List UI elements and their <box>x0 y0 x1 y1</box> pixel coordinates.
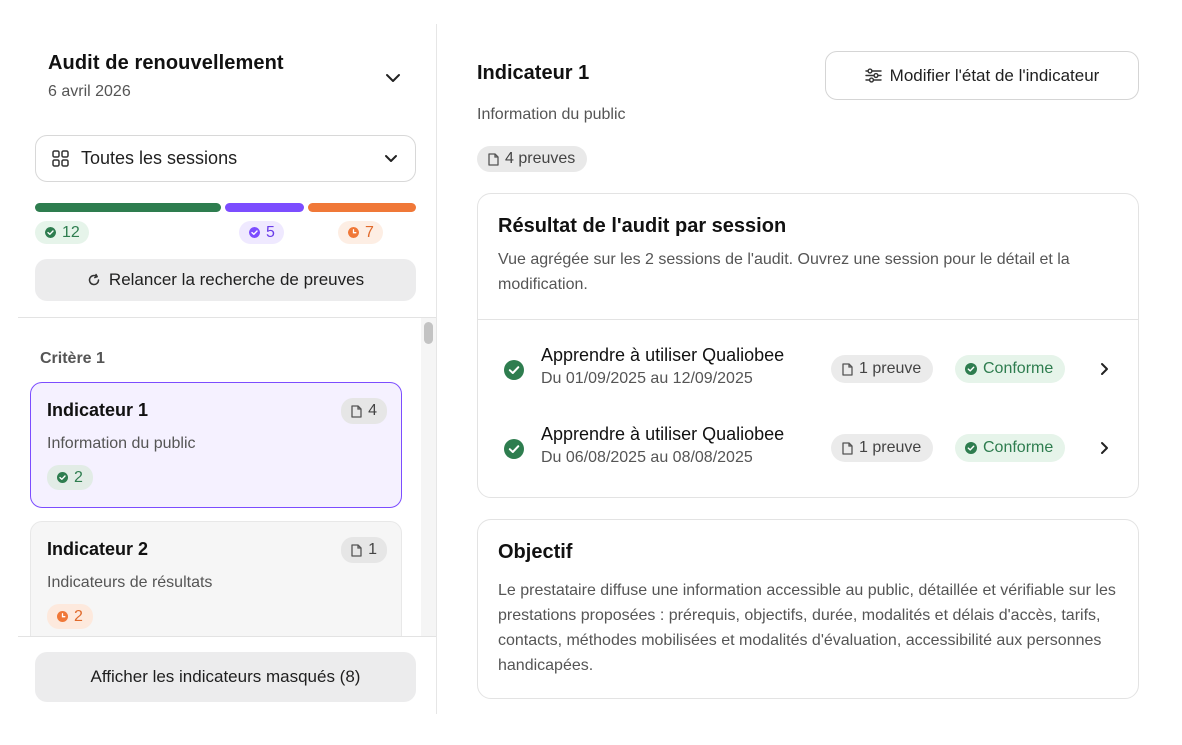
session-name: Apprendre à utiliser Qualiobee <box>541 345 785 365</box>
session-name: Apprendre à utiliser Qualiobee <box>541 424 785 444</box>
indicator-description: Information du public <box>47 435 196 452</box>
relaunch-search-button[interactable]: Relancer la recherche de preuves <box>35 259 416 301</box>
audit-result-description: Vue agrégée sur les 2 sessions de l'audi… <box>498 251 1070 293</box>
check-circle-icon <box>504 439 524 459</box>
count-conforme: 12 <box>62 223 80 241</box>
sidebar: Audit de renouvellement 6 avril 2026 Tou… <box>0 24 437 714</box>
progress-segment-a-traiter <box>308 203 416 212</box>
indicator-name: Indicateur 1 <box>47 400 149 420</box>
session-proofs: 1 preuve <box>859 439 922 456</box>
chevron-down-icon <box>385 154 397 162</box>
audit-chevron-down-icon[interactable] <box>384 71 402 85</box>
audit-header: Audit de renouvellement 6 avril 2026 <box>48 52 408 101</box>
count-badge-a-traiter: 7 <box>338 221 383 244</box>
indicator-name: Indicateur 2 <box>47 539 149 559</box>
session-status-badge: Conforme <box>955 355 1066 383</box>
modify-indicator-state-label: Modifier l'état de l'indicateur <box>889 65 1100 85</box>
document-count: 1 <box>368 541 377 558</box>
progress-segment-conforme <box>35 203 221 212</box>
status-count: 2 <box>74 607 83 625</box>
count-en-cours: 5 <box>266 223 275 241</box>
session-status: Conforme <box>983 360 1054 377</box>
indicator-list: Critère 1 Indicateur 1 4 Information du … <box>18 318 436 636</box>
session-status: Conforme <box>983 439 1054 456</box>
clock-icon <box>348 227 359 238</box>
audit-title: Audit de renouvellement <box>48 52 284 74</box>
check-circle-icon <box>965 363 977 375</box>
status-badge: 2 <box>47 604 93 629</box>
proofs-count: 4 preuves <box>505 150 576 167</box>
modify-indicator-state-button[interactable]: Modifier l'état de l'indicateur <box>825 51 1139 100</box>
check-circle-icon <box>45 227 56 238</box>
sliders-icon <box>864 68 882 83</box>
session-dates: Du 01/09/2025 au 12/09/2025 <box>541 370 753 387</box>
chevron-right-icon <box>1101 442 1108 454</box>
objective-card: Objectif Le prestataire diffuse une info… <box>477 519 1139 699</box>
count-badge-en-cours: 5 <box>239 221 284 244</box>
audit-result-title: Résultat de l'audit par session <box>498 215 787 237</box>
count-badge-conforme: 12 <box>35 221 89 244</box>
status-badge: 2 <box>47 465 93 490</box>
status-counts: 12 5 7 <box>35 221 416 245</box>
show-hidden-indicators-label: Afficher les indicateurs masqués (8) <box>90 667 361 686</box>
scrollbar-thumb[interactable] <box>424 322 433 344</box>
page-title: Indicateur 1 <box>477 62 590 84</box>
objective-title: Objectif <box>498 541 573 563</box>
indicator-card-1[interactable]: Indicateur 1 4 Information du public 2 <box>30 382 402 508</box>
document-icon <box>351 543 362 557</box>
audit-result-card: Résultat de l'audit par session Vue agré… <box>477 193 1139 498</box>
session-row[interactable]: Apprendre à utiliser Qualiobee Du 06/08/… <box>478 421 1138 481</box>
show-hidden-indicators-button[interactable]: Afficher les indicateurs masqués (8) <box>35 652 416 702</box>
criterion-heading: Critère 1 <box>40 350 105 367</box>
status-count: 2 <box>74 468 83 486</box>
grid-icon <box>52 150 69 167</box>
page-subtitle: Information du public <box>477 106 626 123</box>
check-circle-icon <box>504 360 524 380</box>
session-dates: Du 06/08/2025 au 08/08/2025 <box>541 449 753 466</box>
indicator-card-2[interactable]: Indicateur 2 1 Indicateurs de résultats … <box>30 521 402 636</box>
session-row[interactable]: Apprendre à utiliser Qualiobee Du 01/09/… <box>478 342 1138 402</box>
session-proofs-badge: 1 preuve <box>831 434 934 462</box>
count-a-traiter: 7 <box>365 223 374 241</box>
proofs-badge: 4 preuves <box>477 146 588 172</box>
progress-bar <box>35 203 416 212</box>
refresh-icon <box>88 273 100 286</box>
divider <box>478 319 1138 320</box>
session-proofs: 1 preuve <box>859 360 922 377</box>
document-count-badge: 4 <box>341 398 387 424</box>
document-count-badge: 1 <box>341 537 387 563</box>
progress-circle-icon <box>249 227 260 238</box>
check-circle-icon <box>57 472 68 483</box>
indicator-description: Indicateurs de résultats <box>47 574 213 591</box>
document-icon <box>488 152 499 166</box>
divider <box>18 636 436 637</box>
document-count: 4 <box>368 402 377 419</box>
check-circle-icon <box>965 442 977 454</box>
chevron-right-icon <box>1101 363 1108 375</box>
document-icon <box>842 441 853 455</box>
session-select-label: Toutes les sessions <box>81 148 238 168</box>
session-proofs-badge: 1 preuve <box>831 355 934 383</box>
relaunch-search-label: Relancer la recherche de preuves <box>108 270 365 289</box>
clock-icon <box>57 611 68 622</box>
document-icon <box>351 404 362 418</box>
objective-body: Le prestataire diffuse une information a… <box>498 582 1116 674</box>
session-select[interactable]: Toutes les sessions <box>35 135 416 182</box>
scrollbar[interactable] <box>421 318 436 636</box>
audit-date: 6 avril 2026 <box>48 83 131 100</box>
session-status-badge: Conforme <box>955 434 1066 462</box>
progress-segment-en-cours <box>225 203 304 212</box>
document-icon <box>842 362 853 376</box>
